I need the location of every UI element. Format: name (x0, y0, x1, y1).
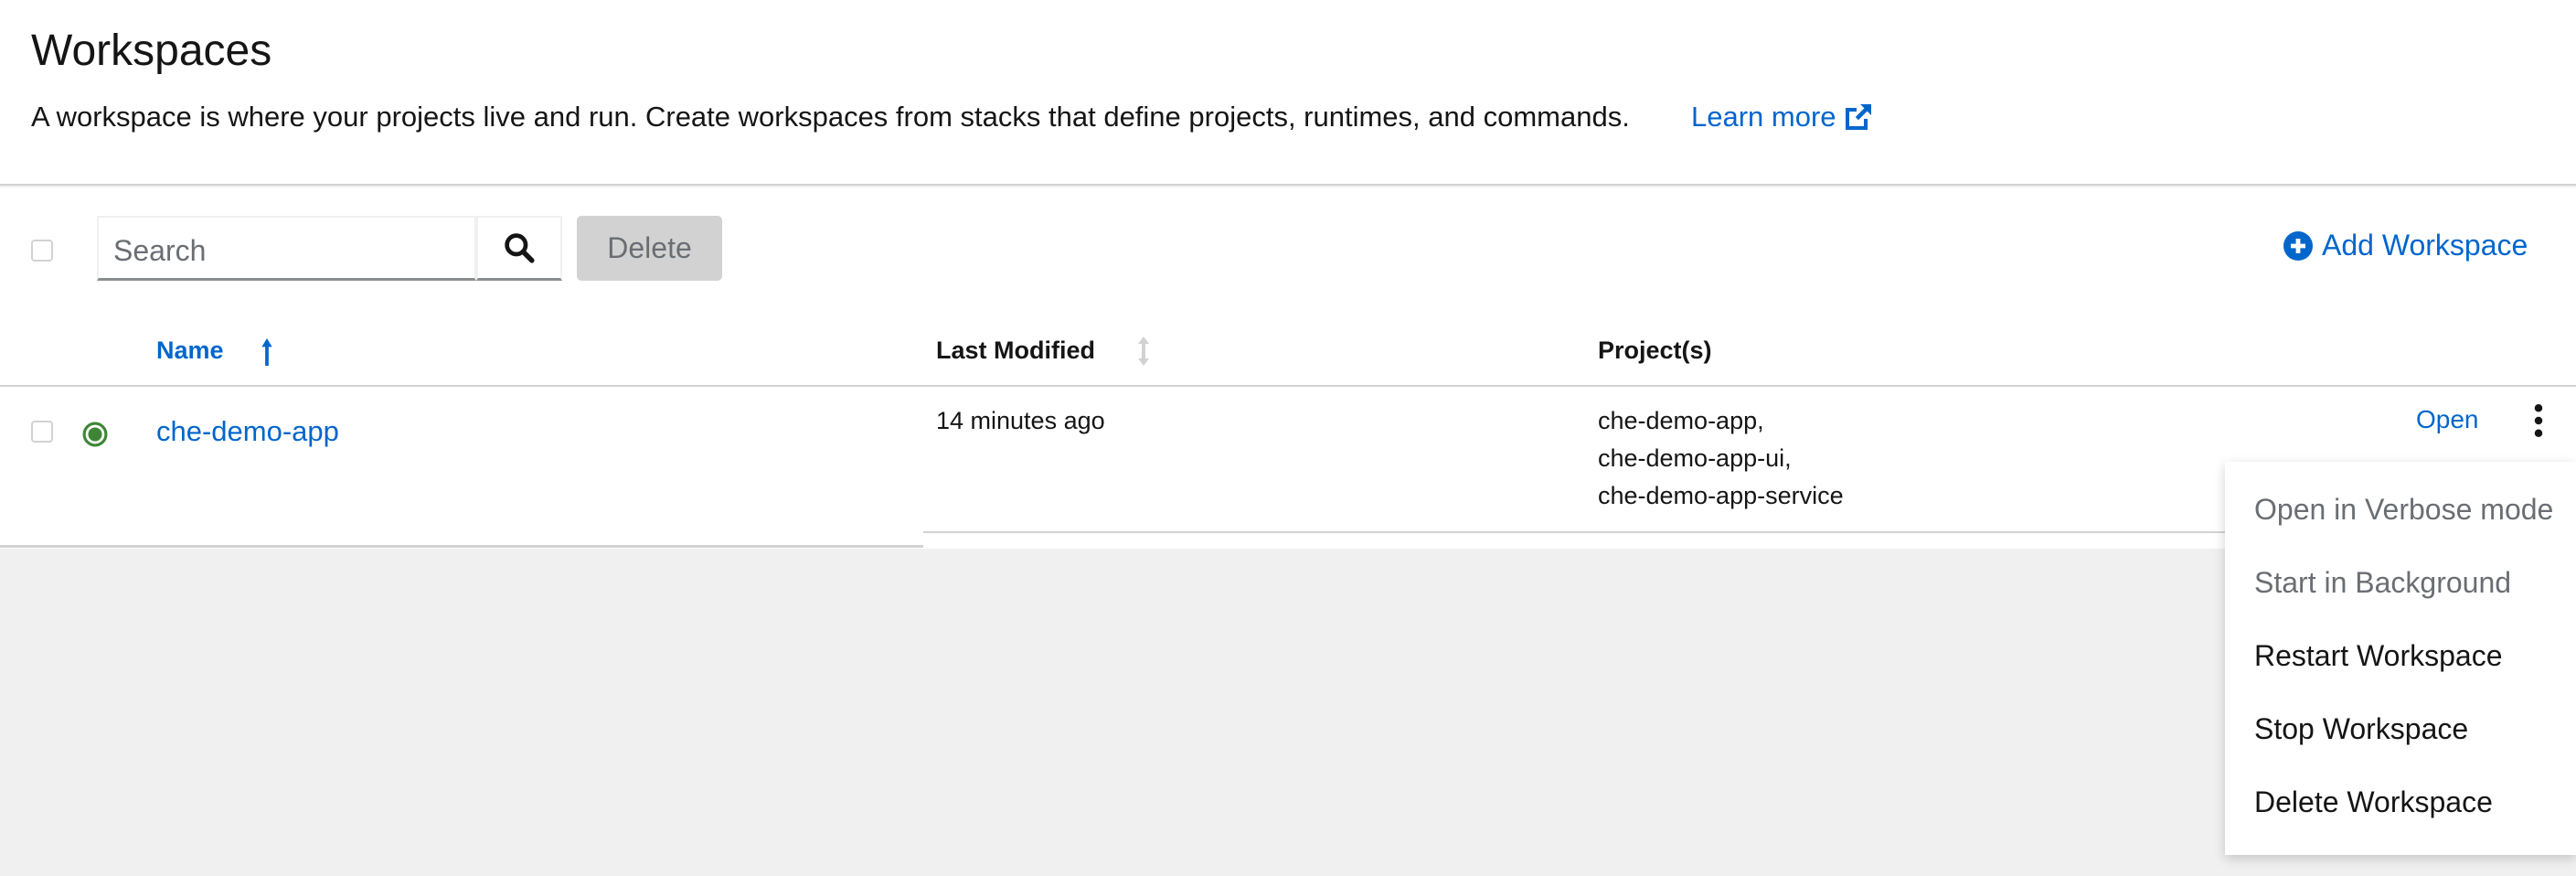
select-all-checkbox[interactable] (31, 240, 53, 262)
column-header-last-modified[interactable]: Last Modified (936, 337, 1149, 366)
menu-item-delete[interactable]: Delete Workspace (2254, 785, 2493, 819)
column-header-name[interactable]: Name (156, 337, 272, 366)
search-input[interactable]: Search (97, 216, 476, 281)
column-name-label: Name (156, 337, 224, 364)
column-last-modified-label: Last Modified (936, 337, 1095, 364)
last-modified: 14 minutes ago (936, 407, 1105, 434)
menu-item-open-verbose[interactable]: Open in Verbose mode (2254, 493, 2553, 527)
divider (0, 385, 2576, 387)
open-workspace-link[interactable]: Open (2416, 405, 2479, 434)
external-link-icon (1845, 104, 1871, 130)
add-workspace-label: Add Workspace (2322, 229, 2528, 262)
project-item: che-demo-app, (1598, 407, 1764, 434)
row-divider (0, 545, 923, 548)
search-icon (505, 233, 535, 263)
page-header: Workspaces A workspace is where your pro… (0, 0, 2576, 186)
page-title: Workspaces (31, 27, 272, 75)
menu-item-restart[interactable]: Restart Workspace (2254, 639, 2503, 673)
delete-button[interactable]: Delete (577, 216, 722, 281)
menu-item-start-background[interactable]: Start in Background (2254, 566, 2511, 600)
kebab-menu-icon[interactable] (2530, 402, 2547, 439)
sort-icon (1138, 337, 1149, 366)
column-header-projects: Project(s) (1598, 337, 1712, 364)
page-description: A workspace is where your projects live … (31, 101, 1630, 133)
row-checkbox[interactable] (31, 421, 53, 443)
menu-item-stop[interactable]: Stop Workspace (2254, 712, 2468, 746)
learn-more-link[interactable]: Learn more (1691, 101, 1873, 134)
search-button[interactable] (476, 216, 562, 281)
projects-list: che-demo-app, che-demo-app-ui, che-demo-… (1598, 402, 1844, 515)
sort-ascending-icon (261, 338, 272, 366)
running-status-icon (82, 422, 108, 447)
project-item: che-demo-app-ui, (1598, 444, 1792, 472)
workspace-name-link[interactable]: che-demo-app (156, 415, 339, 448)
project-item: che-demo-app-service (1598, 482, 1844, 509)
workspace-actions-menu: Open in Verbose mode Start in Background… (2225, 462, 2576, 855)
learn-more-label: Learn more (1691, 101, 1836, 133)
add-workspace-button[interactable]: Add Workspace (2283, 229, 2528, 262)
plus-circle-icon (2283, 230, 2313, 261)
